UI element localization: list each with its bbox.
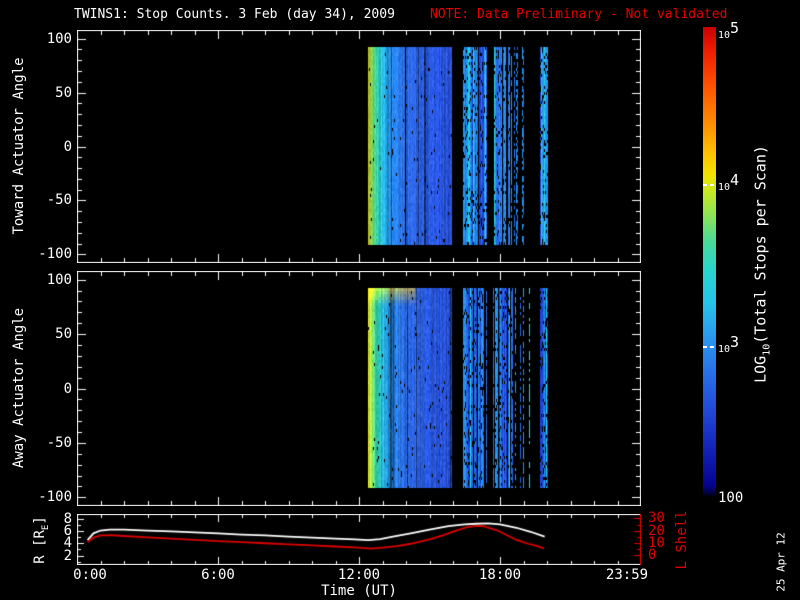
x-tick-label: 6:00	[201, 568, 235, 582]
away-y-tick-label: 50	[55, 327, 72, 341]
colorbar-tick-exponent: 5	[730, 19, 739, 37]
colorbar-tick-label: 104	[718, 177, 739, 193]
x-tick-label: 12:00	[338, 568, 380, 582]
r-axis-title-sub: E	[41, 525, 51, 530]
colorbar-dash	[703, 346, 716, 348]
toward-spectrogram-canvas	[77, 30, 641, 263]
lshell-tick-label: 0	[648, 548, 656, 562]
away-y-tick-label: 100	[47, 273, 72, 287]
colorbar-tick-exponent: 3	[730, 333, 739, 351]
toward-axis-title: Toward Actuator Angle	[12, 57, 26, 234]
toward-y-tick-label: 50	[55, 86, 72, 100]
r-axis-title-pre: R [R	[32, 530, 48, 564]
away-spectrogram-canvas	[77, 271, 641, 506]
colorbar-tick-label: 100	[718, 489, 743, 505]
x-tick-label: 23:59	[606, 568, 648, 582]
colorbar-dash	[703, 184, 716, 186]
colorbar-tick-base: 10	[718, 182, 730, 193]
plot-area: TWINS1: Stop Counts. 3 Feb (day 34), 200…	[0, 0, 800, 600]
away-y-tick-label: -50	[47, 436, 72, 450]
r-axis-title-post: ]	[32, 516, 48, 524]
away-axis-title: Away Actuator Angle	[12, 308, 26, 468]
preliminary-note: NOTE: Data Preliminary - Not validated	[430, 8, 727, 21]
colorbar-tick-base: 10	[718, 30, 730, 41]
ephemeris-canvas	[77, 514, 641, 565]
r-axis-title: R [RE]	[33, 516, 51, 564]
colorbar-title-post: (Total Stops per Scan)	[752, 145, 770, 344]
away-y-tick-label: 0	[64, 382, 72, 396]
date-stamp: 25 Apr 12	[776, 532, 787, 592]
x-tick-label: 18:00	[479, 568, 521, 582]
colorbar	[703, 27, 716, 497]
colorbar-tick-label: 103	[718, 339, 739, 355]
colorbar-tick-exponent: 4	[730, 171, 739, 189]
lshell-axis-title: L Shell	[675, 510, 689, 569]
away-y-tick-label: -100	[38, 490, 72, 504]
time-axis-title: Time (UT)	[321, 584, 397, 598]
colorbar-title-pre: LOG	[752, 356, 770, 383]
colorbar-title: LOG10(Total Stops per Scan)	[754, 145, 773, 383]
r-tick-label: 2	[64, 549, 72, 563]
colorbar-title-sub: 10	[762, 344, 773, 356]
toward-y-tick-label: -50	[47, 193, 72, 207]
toward-y-tick-label: 0	[64, 140, 72, 154]
colorbar-tick-base: 100	[718, 490, 743, 506]
toward-y-tick-label: 100	[47, 32, 72, 46]
toward-y-tick-label: -100	[38, 247, 72, 261]
plot-title: TWINS1: Stop Counts. 3 Feb (day 34), 200…	[74, 8, 395, 21]
x-tick-label: 0:00	[73, 568, 107, 582]
colorbar-tick-label: 105	[718, 25, 739, 41]
colorbar-tick-base: 10	[718, 344, 730, 355]
